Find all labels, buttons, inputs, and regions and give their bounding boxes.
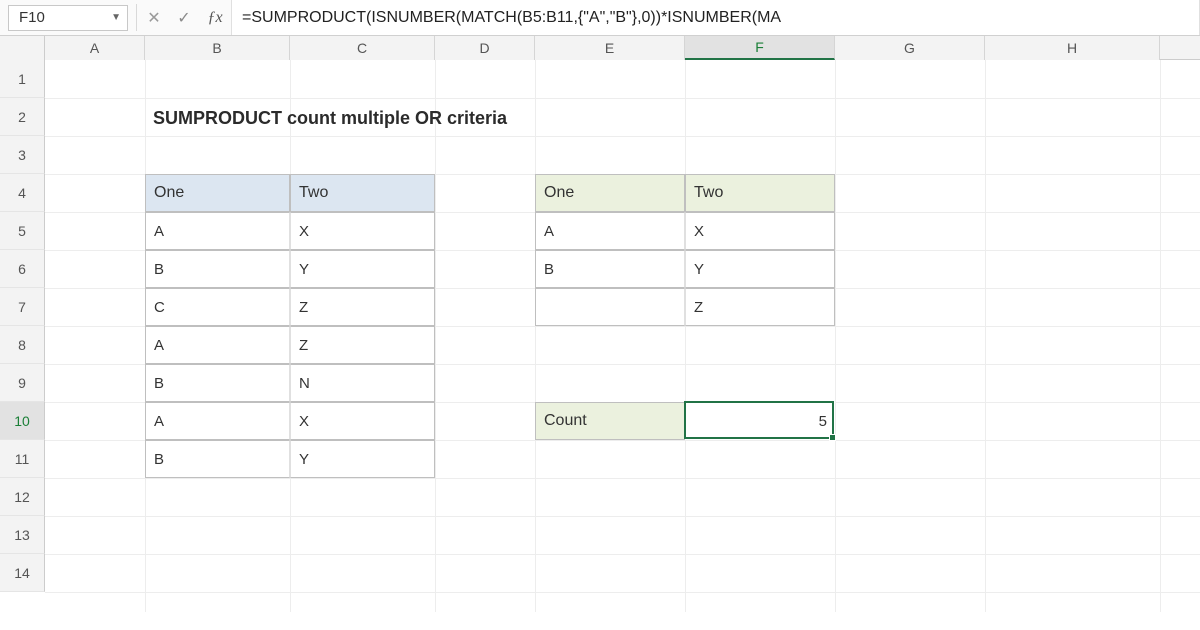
table2-header-one: One <box>535 174 685 212</box>
fx-icon[interactable]: ƒx <box>199 0 231 35</box>
table2-cell[interactable]: Y <box>685 250 835 288</box>
column-header-G[interactable]: G <box>835 36 985 60</box>
name-box[interactable]: F10 ▼ <box>8 5 128 31</box>
table1-cell[interactable]: Y <box>290 440 435 478</box>
column-header-E[interactable]: E <box>535 36 685 60</box>
enter-formula-button[interactable]: ✓ <box>169 0 199 35</box>
table1-cell[interactable]: A <box>145 212 290 250</box>
table1-cell[interactable]: B <box>145 364 290 402</box>
table2-header-two: Two <box>685 174 835 212</box>
table1-header-one: One <box>145 174 290 212</box>
table1-cell[interactable]: Z <box>290 288 435 326</box>
table1-cell[interactable]: X <box>290 212 435 250</box>
row-header-10[interactable]: 10 <box>0 402 45 440</box>
table1-cell[interactable]: A <box>145 326 290 364</box>
table1-cell[interactable]: A <box>145 402 290 440</box>
table2-cell[interactable]: A <box>535 212 685 250</box>
row-header-6[interactable]: 6 <box>0 250 45 288</box>
select-all-corner[interactable] <box>0 36 45 60</box>
column-header-F[interactable]: F <box>685 36 835 60</box>
column-header-C[interactable]: C <box>290 36 435 60</box>
formula-bar: F10 ▼ ✕ ✓ ƒx <box>0 0 1200 36</box>
table2-cell[interactable]: B <box>535 250 685 288</box>
column-header-A[interactable]: A <box>45 36 145 60</box>
row-header-4[interactable]: 4 <box>0 174 45 212</box>
table2-cell[interactable]: X <box>685 212 835 250</box>
cell-area[interactable]: SUMPRODUCT count multiple OR criteriaOne… <box>45 60 1200 612</box>
table1-cell[interactable]: Y <box>290 250 435 288</box>
column-header-B[interactable]: B <box>145 36 290 60</box>
cancel-formula-button[interactable]: ✕ <box>139 0 169 35</box>
chevron-down-icon: ▼ <box>111 12 121 23</box>
column-header-H[interactable]: H <box>985 36 1160 60</box>
table1-cell[interactable]: B <box>145 250 290 288</box>
table2-cell[interactable]: Z <box>685 288 835 326</box>
row-header-5[interactable]: 5 <box>0 212 45 250</box>
formula-input[interactable] <box>231 0 1200 35</box>
row-header-14[interactable]: 14 <box>0 554 45 592</box>
row-header-1[interactable]: 1 <box>0 60 45 98</box>
row-header-13[interactable]: 13 <box>0 516 45 554</box>
table2-cell[interactable] <box>535 288 685 326</box>
column-header-D[interactable]: D <box>435 36 535 60</box>
page-title: SUMPRODUCT count multiple OR criteria <box>145 98 535 138</box>
count-label: Count <box>535 402 685 440</box>
count-value[interactable]: 5 <box>685 402 835 440</box>
table1-cell[interactable]: X <box>290 402 435 440</box>
row-header-8[interactable]: 8 <box>0 326 45 364</box>
table1-header-two: Two <box>290 174 435 212</box>
table1-cell[interactable]: C <box>145 288 290 326</box>
table1-cell[interactable]: N <box>290 364 435 402</box>
cell-reference: F10 <box>19 9 45 26</box>
row-header-12[interactable]: 12 <box>0 478 45 516</box>
table1-cell[interactable]: B <box>145 440 290 478</box>
row-header-7[interactable]: 7 <box>0 288 45 326</box>
row-headers: 1234567891011121314 <box>0 60 45 612</box>
row-header-9[interactable]: 9 <box>0 364 45 402</box>
column-headers: ABCDEFGH <box>0 36 1200 60</box>
row-header-11[interactable]: 11 <box>0 440 45 478</box>
row-header-3[interactable]: 3 <box>0 136 45 174</box>
row-header-2[interactable]: 2 <box>0 98 45 136</box>
table1-cell[interactable]: Z <box>290 326 435 364</box>
